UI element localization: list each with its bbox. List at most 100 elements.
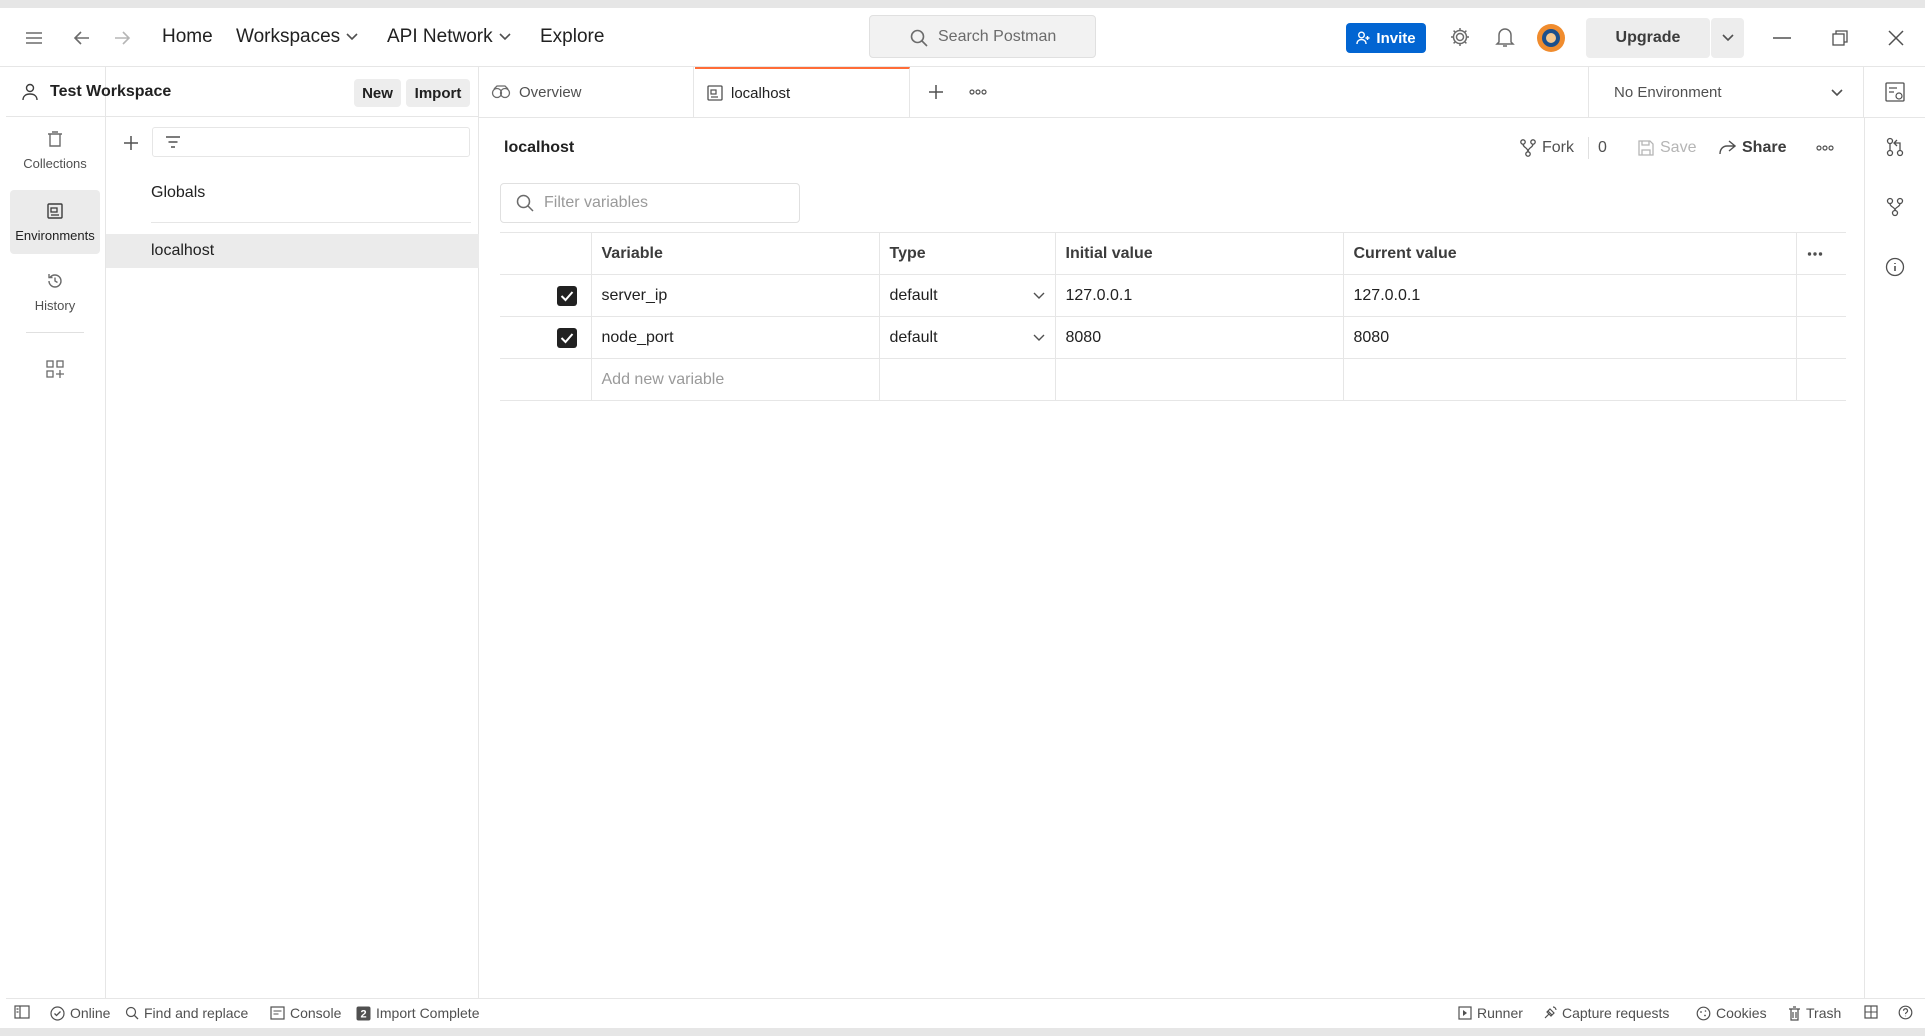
runner-play-icon <box>1458 1006 1472 1020</box>
variable-name-cell[interactable]: server_ip <box>590 274 880 317</box>
rail-item-collections[interactable]: Collections <box>10 118 100 182</box>
help-button[interactable] <box>1898 1005 1913 1020</box>
chevron-down-icon <box>1033 334 1044 341</box>
initial-value-cell[interactable]: 8080 <box>1054 316 1344 359</box>
online-status[interactable]: Online <box>50 1005 110 1021</box>
toggle-sidebar-button[interactable] <box>14 1005 30 1019</box>
sidebar-divider <box>151 222 471 223</box>
nav-explore[interactable]: Explore <box>540 26 604 48</box>
rail-item-configure[interactable] <box>10 337 100 401</box>
settings-gear-icon[interactable] <box>1448 25 1472 49</box>
top-bar: Home Workspaces API Network Explore Sear… <box>0 8 1925 67</box>
rail-item-history[interactable]: History <box>10 260 100 324</box>
env-item-globals[interactable]: Globals <box>106 176 479 210</box>
runner-button[interactable]: Runner <box>1458 1005 1523 1021</box>
column-options-cell[interactable] <box>1795 232 1846 275</box>
menu-icon[interactable] <box>22 28 46 48</box>
new-button[interactable]: New <box>354 79 401 107</box>
add-environment-plus-icon[interactable] <box>120 132 142 154</box>
nav-home[interactable]: Home <box>162 26 213 48</box>
enable-cell <box>500 316 592 359</box>
nav-workspaces[interactable]: Workspaces <box>236 26 358 48</box>
type-cell[interactable]: default <box>878 316 1056 359</box>
share-button[interactable]: Share <box>1718 137 1786 159</box>
overview-eyes-icon <box>491 85 511 99</box>
back-arrow-icon[interactable] <box>70 27 94 49</box>
workspace-name[interactable]: Test Workspace <box>50 83 171 101</box>
environments-sidebar: Globals localhost <box>106 117 479 998</box>
import-complete-label: Import Complete <box>376 1005 480 1021</box>
initial-value-cell[interactable] <box>1054 358 1344 401</box>
more-options-ellipsis-icon[interactable] <box>1814 138 1836 158</box>
forward-arrow-icon[interactable] <box>110 27 134 49</box>
trash-button[interactable]: Trash <box>1788 1005 1841 1021</box>
fork-icon[interactable] <box>1884 196 1906 218</box>
search-placeholder: Search Postman <box>938 27 1057 45</box>
find-replace-button[interactable]: Find and replace <box>125 1005 248 1021</box>
two-pane-view-button[interactable] <box>1864 1005 1878 1019</box>
rail-collections-label: Collections <box>23 155 87 171</box>
pull-request-icon[interactable] <box>1884 136 1906 158</box>
console-button[interactable]: Console <box>270 1005 341 1021</box>
row-options-cell <box>1795 358 1846 401</box>
type-cell[interactable] <box>878 358 1056 401</box>
notification-bell-icon[interactable] <box>1493 25 1517 49</box>
console-icon <box>270 1006 285 1020</box>
upgrade-label: Upgrade <box>1615 29 1681 46</box>
current-value-cell[interactable]: 8080 <box>1342 316 1797 359</box>
nav-workspaces-label: Workspaces <box>236 26 341 47</box>
enable-checkbox[interactable] <box>556 327 577 348</box>
search-input[interactable]: Search Postman <box>869 15 1096 58</box>
restore-window-icon[interactable] <box>1828 26 1852 50</box>
capture-requests-button[interactable]: Capture requests <box>1543 1005 1669 1021</box>
console-label: Console <box>290 1005 342 1021</box>
info-icon[interactable] <box>1884 256 1906 278</box>
share-arrow-icon <box>1719 140 1736 155</box>
environment-selector[interactable]: No Environment <box>1588 67 1864 118</box>
upgrade-dropdown-button[interactable] <box>1711 18 1744 58</box>
invite-button[interactable]: Invite <box>1346 23 1426 53</box>
more-tabs-ellipsis-icon[interactable] <box>967 81 989 103</box>
environment-title[interactable]: localhost <box>504 139 574 157</box>
env-item-label: localhost <box>151 242 215 259</box>
select-all-cell <box>500 232 592 275</box>
close-icon[interactable] <box>1884 26 1908 50</box>
tab-localhost-label: localhost <box>731 84 791 102</box>
import-badge-icon: 2 <box>356 1006 371 1020</box>
tab-overview[interactable]: Overview <box>479 67 694 117</box>
cookies-button[interactable]: Cookies <box>1696 1005 1767 1021</box>
left-rail: Collections Environments History <box>6 67 106 998</box>
enable-checkbox[interactable] <box>556 285 577 306</box>
current-value-cell[interactable]: 127.0.0.1 <box>1342 274 1797 317</box>
save-button[interactable]: Save <box>1638 137 1696 159</box>
env-item-localhost[interactable]: localhost <box>106 234 479 268</box>
nav-home-label: Home <box>162 26 213 47</box>
import-complete-button[interactable]: 2 Import Complete <box>356 1005 479 1021</box>
nav-api-network-label: API Network <box>387 26 493 47</box>
initial-value-cell[interactable]: 127.0.0.1 <box>1054 274 1344 317</box>
rail-item-environments[interactable]: Environments <box>10 190 100 254</box>
find-replace-label: Find and replace <box>144 1005 249 1021</box>
chevron-down-icon <box>346 33 358 41</box>
fork-button[interactable]: Fork <box>1520 137 1574 159</box>
add-new-variable-input[interactable]: Add new variable <box>590 358 880 401</box>
save-label: Save <box>1660 139 1697 156</box>
environment-quick-look-icon[interactable] <box>1884 81 1906 103</box>
history-clock-icon <box>48 273 62 288</box>
capture-satellite-icon <box>1544 1006 1557 1019</box>
filter-variables-input[interactable]: Filter variables <box>500 183 800 223</box>
new-tab-plus-icon[interactable] <box>925 81 947 103</box>
variable-name-cell[interactable]: node_port <box>590 316 880 359</box>
avatar[interactable] <box>1536 23 1566 53</box>
tab-localhost[interactable]: localhost <box>695 67 910 117</box>
import-button[interactable]: Import <box>406 79 470 107</box>
runner-label: Runner <box>1477 1005 1523 1021</box>
check-circle-icon <box>50 1005 65 1021</box>
type-cell[interactable]: default <box>878 274 1056 317</box>
sidebar-filter-input[interactable] <box>152 127 470 157</box>
current-value-cell[interactable] <box>1342 358 1797 401</box>
upgrade-button[interactable]: Upgrade <box>1586 18 1710 58</box>
save-disk-icon <box>1638 140 1654 156</box>
minimize-icon[interactable] <box>1770 26 1794 50</box>
nav-api-network[interactable]: API Network <box>387 26 511 48</box>
